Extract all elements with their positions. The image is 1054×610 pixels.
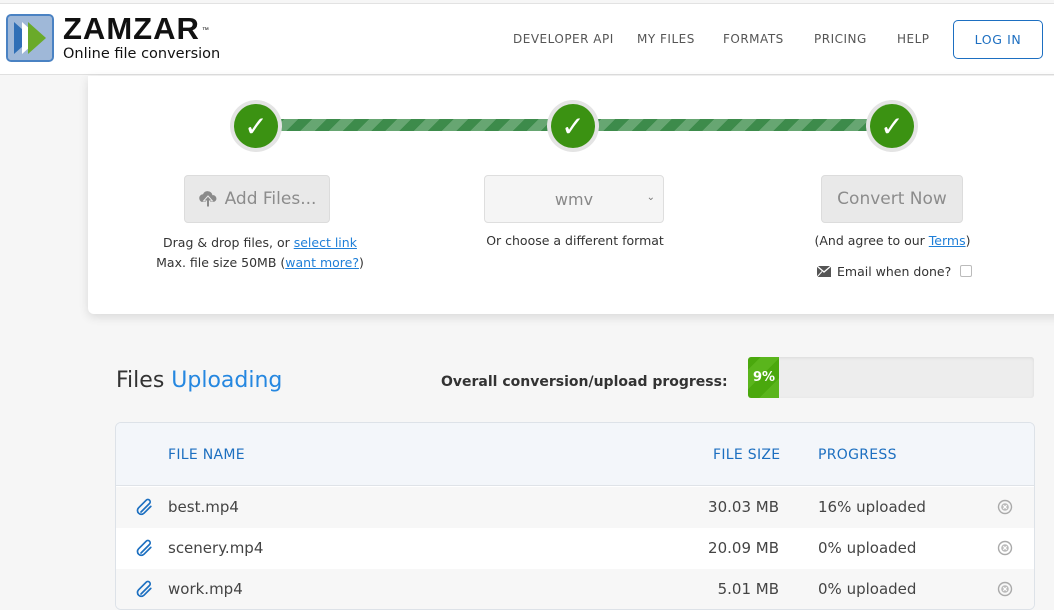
terms-link[interactable]: Terms xyxy=(929,233,966,248)
terms-suffix: ) xyxy=(965,233,971,248)
file-progress: 16% uploaded xyxy=(818,498,926,516)
files-title-plain: Files xyxy=(116,368,172,393)
checkmark-icon: ✓ xyxy=(870,104,914,148)
overall-progress-text: 9% xyxy=(753,370,776,385)
max-size-close: ) xyxy=(358,255,364,270)
drag-drop-text: Drag & drop files, or xyxy=(163,235,294,250)
table-row: best.mp4 30.03 MB 16% uploaded xyxy=(116,487,1034,528)
step-connector-2 xyxy=(597,119,872,131)
column-header-progress[interactable]: PROGRESS xyxy=(818,447,897,463)
nav-developer-api[interactable]: DEVELOPER API xyxy=(513,32,614,46)
paperclip-icon xyxy=(136,580,152,598)
nav-formats[interactable]: FORMATS xyxy=(723,32,784,46)
add-files-label: Add Files... xyxy=(224,189,317,209)
table-row: scenery.mp4 20.09 MB 0% uploaded xyxy=(116,528,1034,569)
cloud-upload-icon xyxy=(198,191,217,208)
checkmark-icon: ✓ xyxy=(551,104,595,148)
terms-prefix: (And agree to our xyxy=(814,233,929,248)
email-checkbox[interactable] xyxy=(960,265,973,277)
terms-text: (And agree to our Terms) xyxy=(800,231,985,251)
format-helper-text: Or choose a different format xyxy=(486,233,664,248)
file-progress: 0% uploaded xyxy=(818,580,917,598)
paperclip-icon xyxy=(136,539,152,557)
main-nav: DEVELOPER API MY FILES FORMATS PRICING H… xyxy=(0,4,1054,75)
login-button[interactable]: LOG IN xyxy=(953,20,1043,59)
remove-file-icon[interactable] xyxy=(997,499,1013,515)
files-table: FILE NAME FILE SIZE PROGRESS best.mp4 30… xyxy=(115,422,1035,610)
file-size: 30.03 MB xyxy=(708,498,779,516)
nav-pricing[interactable]: PRICING xyxy=(814,32,867,46)
add-files-button[interactable]: Add Files... xyxy=(184,175,330,223)
overall-progress-fill: 9% xyxy=(748,357,780,398)
checkmark-icon: ✓ xyxy=(234,104,278,148)
files-uploading-title: Files Uploading xyxy=(116,368,282,393)
step-connector-1 xyxy=(280,119,555,131)
nav-my-files[interactable]: MY FILES xyxy=(637,32,695,46)
file-size: 20.09 MB xyxy=(708,539,779,557)
format-select[interactable]: wmv ⌄ xyxy=(484,175,664,223)
nav-help[interactable]: HELP xyxy=(897,32,930,46)
site-header: ZAMZAR ™ Online file conversion DEVELOPER… xyxy=(0,4,1054,75)
max-size-text: Max. file size 50MB ( xyxy=(156,255,286,270)
step-3-complete: ✓ xyxy=(866,100,918,152)
table-header: FILE NAME FILE SIZE PROGRESS xyxy=(116,423,1034,486)
files-title-accent: Uploading xyxy=(171,368,283,393)
column-header-file-name[interactable]: FILE NAME xyxy=(168,447,245,463)
select-link[interactable]: select link xyxy=(294,235,357,250)
upload-helper: Drag & drop files, or select link Max. f… xyxy=(140,233,380,273)
remove-file-icon[interactable] xyxy=(997,581,1013,597)
overall-progress-label: Overall conversion/upload progress: xyxy=(441,374,728,390)
want-more-link[interactable]: want more? xyxy=(285,255,359,270)
overall-progress-bar: 9% xyxy=(748,357,1034,398)
email-label: Email when done? xyxy=(837,263,952,279)
file-size: 5.01 MB xyxy=(717,580,779,598)
envelope-icon xyxy=(817,265,831,277)
step-1-complete: ✓ xyxy=(230,100,282,152)
column-header-file-size[interactable]: FILE SIZE xyxy=(713,447,780,463)
chevron-down-icon: ⌄ xyxy=(646,192,655,203)
email-option: Email when done? xyxy=(817,261,973,281)
table-row: work.mp4 5.01 MB 0% uploaded xyxy=(116,569,1034,609)
convert-now-button[interactable]: Convert Now xyxy=(821,175,963,223)
file-name: best.mp4 xyxy=(168,498,239,516)
remove-file-icon[interactable] xyxy=(997,540,1013,556)
format-selected-value: wmv xyxy=(554,189,594,209)
step-2-complete: ✓ xyxy=(547,100,599,152)
paperclip-icon xyxy=(136,498,152,516)
file-name: work.mp4 xyxy=(168,580,243,598)
file-name: scenery.mp4 xyxy=(168,539,264,557)
file-progress: 0% uploaded xyxy=(818,539,917,557)
